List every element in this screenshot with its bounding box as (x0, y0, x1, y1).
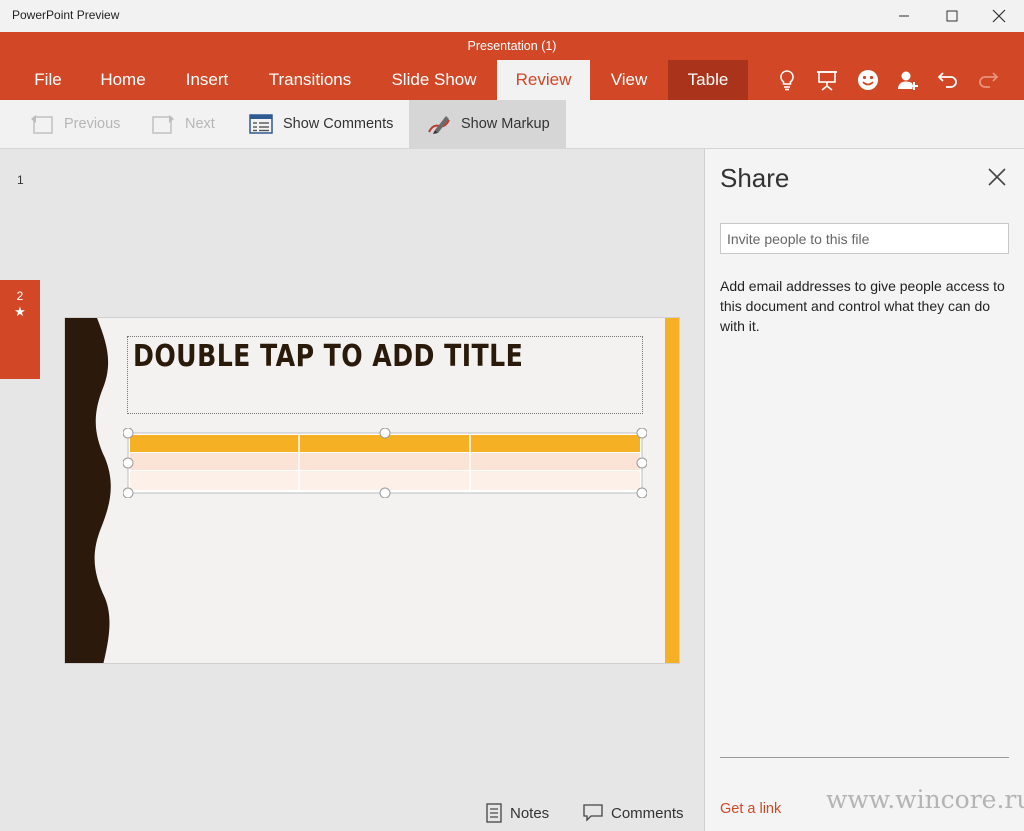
tab-view[interactable]: View (600, 60, 658, 100)
notes-label: Notes (510, 804, 550, 822)
tab-review[interactable]: Review (497, 60, 590, 100)
redo-button[interactable] (976, 68, 1000, 92)
tab-file[interactable]: File (22, 60, 74, 100)
slide-2-number: 2 (16, 289, 24, 303)
previous-label: Previous (64, 116, 121, 132)
accent-bar (665, 318, 679, 663)
show-comments-button[interactable]: Show Comments (249, 100, 393, 148)
get-a-link[interactable]: Get a link (720, 801, 781, 817)
title-placeholder-text: DOUBLE TAP TO ADD TITLE (133, 339, 524, 374)
app-title: PowerPoint Preview (12, 8, 120, 22)
show-markup-label: Show Markup (461, 116, 550, 132)
next-label: Next (185, 116, 215, 132)
previous-comment-button[interactable]: Previous (30, 100, 120, 148)
minimize-icon (899, 15, 909, 17)
tab-transitions[interactable]: Transitions (256, 60, 364, 100)
review-command-bar: Previous Next Show Comments Show Markup (0, 100, 1024, 149)
close-window-button[interactable] (976, 0, 1022, 32)
comments-button[interactable]: Comments (583, 800, 684, 826)
feedback-button[interactable] (856, 68, 880, 92)
share-pane: Share Add email addresses to give people… (704, 149, 1024, 831)
share-title: Share (720, 163, 790, 193)
minimize-button[interactable] (881, 0, 927, 32)
maximize-button[interactable] (929, 0, 975, 32)
close-share-pane-button[interactable] (987, 167, 1009, 189)
close-icon (992, 9, 1006, 23)
comments-list-icon (249, 114, 273, 134)
watermark: www.wincore.ru (826, 785, 1024, 814)
maximize-icon (946, 10, 958, 22)
undo-icon (937, 72, 957, 88)
comment-icon (583, 804, 603, 822)
tab-slide-show[interactable]: Slide Show (378, 60, 490, 100)
share-description: Add email addresses to give people acces… (720, 278, 1005, 334)
show-comments-label: Show Comments (283, 116, 394, 132)
table[interactable] (123, 428, 647, 498)
title-placeholder[interactable]: DOUBLE TAP TO ADD TITLE (127, 336, 643, 414)
comments-label: Comments (611, 804, 684, 822)
tab-insert[interactable]: Insert (172, 60, 242, 100)
slide-2-marker[interactable]: 2 ★ (0, 280, 40, 379)
next-comment-icon (152, 115, 174, 134)
present-button[interactable] (815, 68, 839, 92)
show-markup-button[interactable]: Show Markup (409, 100, 566, 148)
markup-pen-icon (428, 116, 450, 134)
add-person-icon (898, 71, 918, 90)
slide-1-number[interactable]: 1 (17, 173, 24, 187)
share-button[interactable] (896, 68, 920, 92)
table-row (130, 471, 640, 490)
undo-button[interactable] (936, 68, 960, 92)
notes-icon (486, 803, 502, 823)
lightbulb-icon (780, 70, 794, 91)
tab-table[interactable]: Table (668, 60, 748, 100)
previous-comment-icon (31, 115, 53, 134)
window-titlebar: PowerPoint Preview (0, 0, 1024, 32)
wavy-left-band (65, 318, 111, 663)
transition-star-icon: ★ (14, 304, 26, 319)
present-icon (817, 71, 837, 91)
smiley-icon (858, 70, 878, 90)
notes-button[interactable]: Notes (486, 800, 549, 826)
redo-icon (979, 72, 999, 88)
tell-me-button[interactable] (775, 68, 799, 92)
slide-canvas[interactable]: DOUBLE TAP TO ADD TITLE (64, 317, 680, 664)
tab-home[interactable]: Home (88, 60, 158, 100)
share-divider (720, 757, 1009, 758)
close-icon (988, 168, 1006, 186)
document-title: Presentation (1) (467, 39, 557, 53)
next-comment-button[interactable]: Next (151, 100, 215, 148)
invite-people-input[interactable] (720, 223, 1009, 254)
ribbon: Presentation (1) File Home Insert Transi… (0, 32, 1024, 100)
table-row (130, 453, 640, 470)
